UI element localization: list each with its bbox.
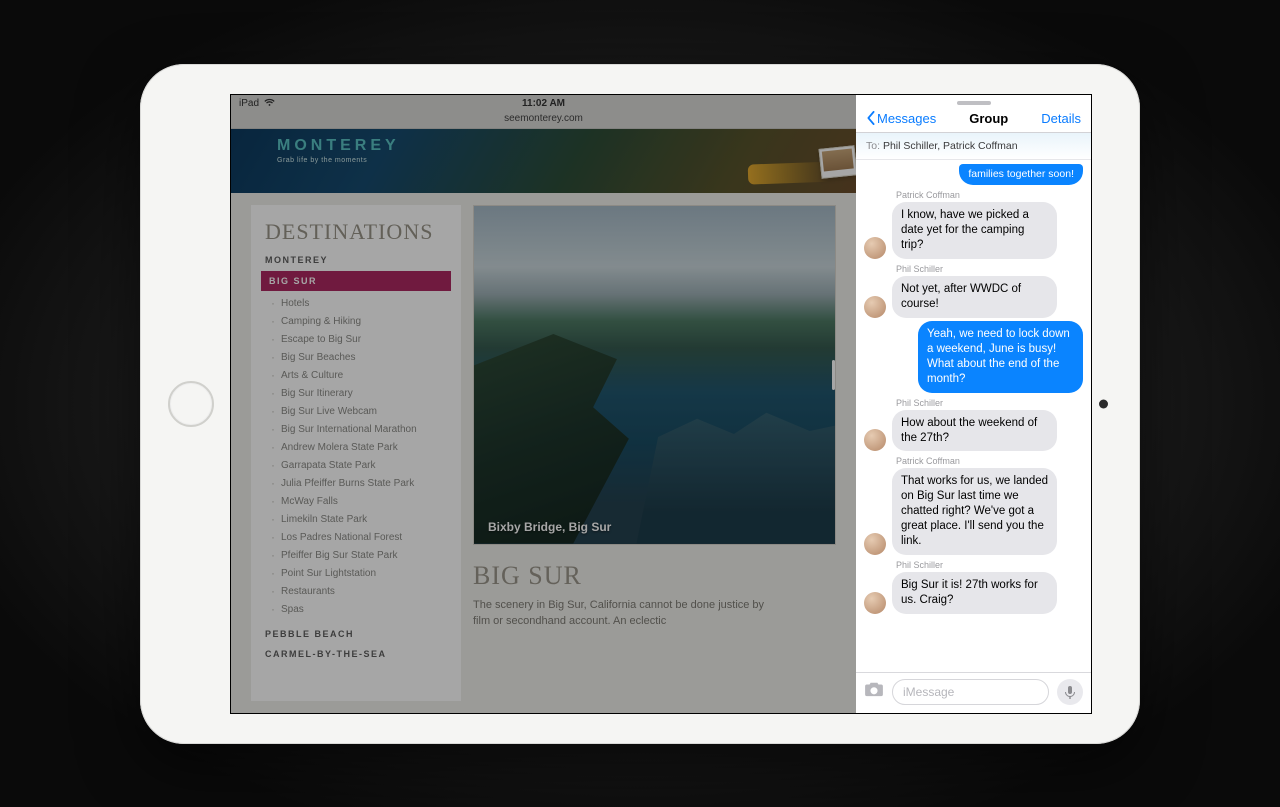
list-item[interactable]: Big Sur Beaches — [267, 349, 447, 367]
list-item[interactable]: Julia Pfeiffer Burns State Park — [267, 475, 447, 493]
message-incoming: How about the weekend of the 27th? — [892, 410, 1057, 452]
avatar[interactable] — [864, 237, 886, 259]
main-column: Bixby Bridge, Big Sur BIG SUR The scener… — [473, 205, 836, 701]
message-incoming: I know, have we picked a date yet for th… — [892, 202, 1057, 259]
chevron-left-icon — [866, 111, 876, 125]
avatar[interactable] — [864, 429, 886, 451]
sender-label: Patrick Coffman — [896, 456, 1083, 466]
big-sur-sublist: Hotels Camping & Hiking Escape to Big Su… — [267, 295, 447, 619]
avatar[interactable] — [864, 592, 886, 614]
slideover-grabber[interactable] — [957, 101, 991, 105]
avatar[interactable] — [864, 533, 886, 555]
status-time: 11:02 AM — [522, 98, 565, 109]
list-item[interactable]: Arts & Culture — [267, 367, 447, 385]
site-logo: MONTEREY — [277, 137, 400, 155]
region-monterey[interactable]: MONTEREY — [265, 255, 447, 265]
site-banner: MONTEREY Grab life by the moments — [231, 129, 856, 193]
microphone-icon[interactable] — [1057, 679, 1083, 705]
list-item[interactable]: Los Padres National Forest — [267, 529, 447, 547]
message-incoming: That works for us, we landed on Big Sur … — [892, 468, 1057, 555]
to-label: To: — [866, 140, 880, 152]
compose-input[interactable]: iMessage — [892, 679, 1049, 705]
sender-label: Phil Schiller — [896, 264, 1083, 274]
list-item[interactable]: McWay Falls — [267, 493, 447, 511]
region-carmel[interactable]: CARMEL-BY-THE-SEA — [265, 649, 447, 659]
to-field[interactable]: To: Phil Schiller, Patrick Coffman — [856, 133, 1091, 160]
site-tagline: Grab life by the moments — [277, 157, 367, 164]
sender-label: Patrick Coffman — [896, 190, 1083, 200]
list-item[interactable]: Escape to Big Sur — [267, 331, 447, 349]
region-big-sur[interactable]: BIG SUR — [261, 271, 451, 291]
list-item[interactable]: Hotels — [267, 295, 447, 313]
compose-bar: iMessage — [856, 672, 1091, 713]
message-outgoing: families together soon! — [959, 164, 1083, 186]
message-incoming: Big Sur it is! 27th works for us. Craig? — [892, 572, 1057, 614]
polaroid-photo — [819, 145, 856, 179]
list-item[interactable]: Restaurants — [267, 583, 447, 601]
back-label: Messages — [877, 111, 936, 126]
list-item[interactable]: Spas — [267, 601, 447, 619]
sender-label: Phil Schiller — [896, 560, 1083, 570]
article-body: The scenery in Big Sur, California canno… — [473, 597, 773, 630]
region-pebble-beach[interactable]: PEBBLE BEACH — [265, 629, 447, 639]
home-button[interactable] — [168, 381, 214, 427]
compose-placeholder: iMessage — [903, 685, 954, 699]
destinations-sidebar: DESTINATIONS MONTEREY BIG SUR Hotels Cam… — [251, 205, 461, 701]
hero-image[interactable]: Bixby Bridge, Big Sur — [473, 205, 836, 545]
message-outgoing: Yeah, we need to lock down a weekend, Ju… — [918, 321, 1083, 393]
safari-url-bar[interactable]: seemonterey.com — [231, 113, 856, 129]
list-item[interactable]: Pfeiffer Big Sur State Park — [267, 547, 447, 565]
hero-caption: Bixby Bridge, Big Sur — [488, 520, 611, 534]
safari-app: iPad 11:02 AM seemonterey.com MONTEREY G… — [231, 95, 856, 713]
list-item[interactable]: Big Sur International Marathon — [267, 421, 447, 439]
status-bar: iPad 11:02 AM — [231, 95, 856, 113]
wifi-icon — [264, 98, 275, 110]
article-title: BIG SUR — [473, 561, 836, 591]
camera-icon[interactable] — [864, 681, 884, 702]
list-item[interactable]: Big Sur Live Webcam — [267, 403, 447, 421]
list-item[interactable]: Point Sur Lightstation — [267, 565, 447, 583]
list-item[interactable]: Garrapata State Park — [267, 457, 447, 475]
front-camera — [1099, 399, 1108, 408]
list-item[interactable]: Limekiln State Park — [267, 511, 447, 529]
back-button[interactable]: Messages — [866, 111, 936, 126]
sender-label: Phil Schiller — [896, 398, 1083, 408]
ipad-device-frame: iPad 11:02 AM seemonterey.com MONTEREY G… — [140, 64, 1140, 744]
list-item[interactable]: Big Sur Itinerary — [267, 385, 447, 403]
nav-title: Group — [969, 111, 1008, 126]
status-carrier: iPad — [239, 98, 259, 109]
message-thread[interactable]: families together soon! Patrick Coffman … — [856, 160, 1091, 672]
sidebar-title: DESTINATIONS — [265, 219, 447, 245]
message-incoming: Not yet, after WWDC of course! — [892, 276, 1057, 318]
list-item[interactable]: Andrew Molera State Park — [267, 439, 447, 457]
website-content: MONTEREY Grab life by the moments DESTIN… — [231, 129, 856, 713]
avatar[interactable] — [864, 296, 886, 318]
ipad-screen: iPad 11:02 AM seemonterey.com MONTEREY G… — [230, 94, 1092, 714]
hero-pager-handle[interactable] — [832, 360, 835, 390]
messages-slideover: Messages Group Details To: Phil Schiller… — [856, 95, 1091, 713]
messages-nav-bar: Messages Group Details — [856, 109, 1091, 133]
details-button[interactable]: Details — [1041, 111, 1081, 126]
to-names: Phil Schiller, Patrick Coffman — [883, 140, 1018, 152]
list-item[interactable]: Camping & Hiking — [267, 313, 447, 331]
